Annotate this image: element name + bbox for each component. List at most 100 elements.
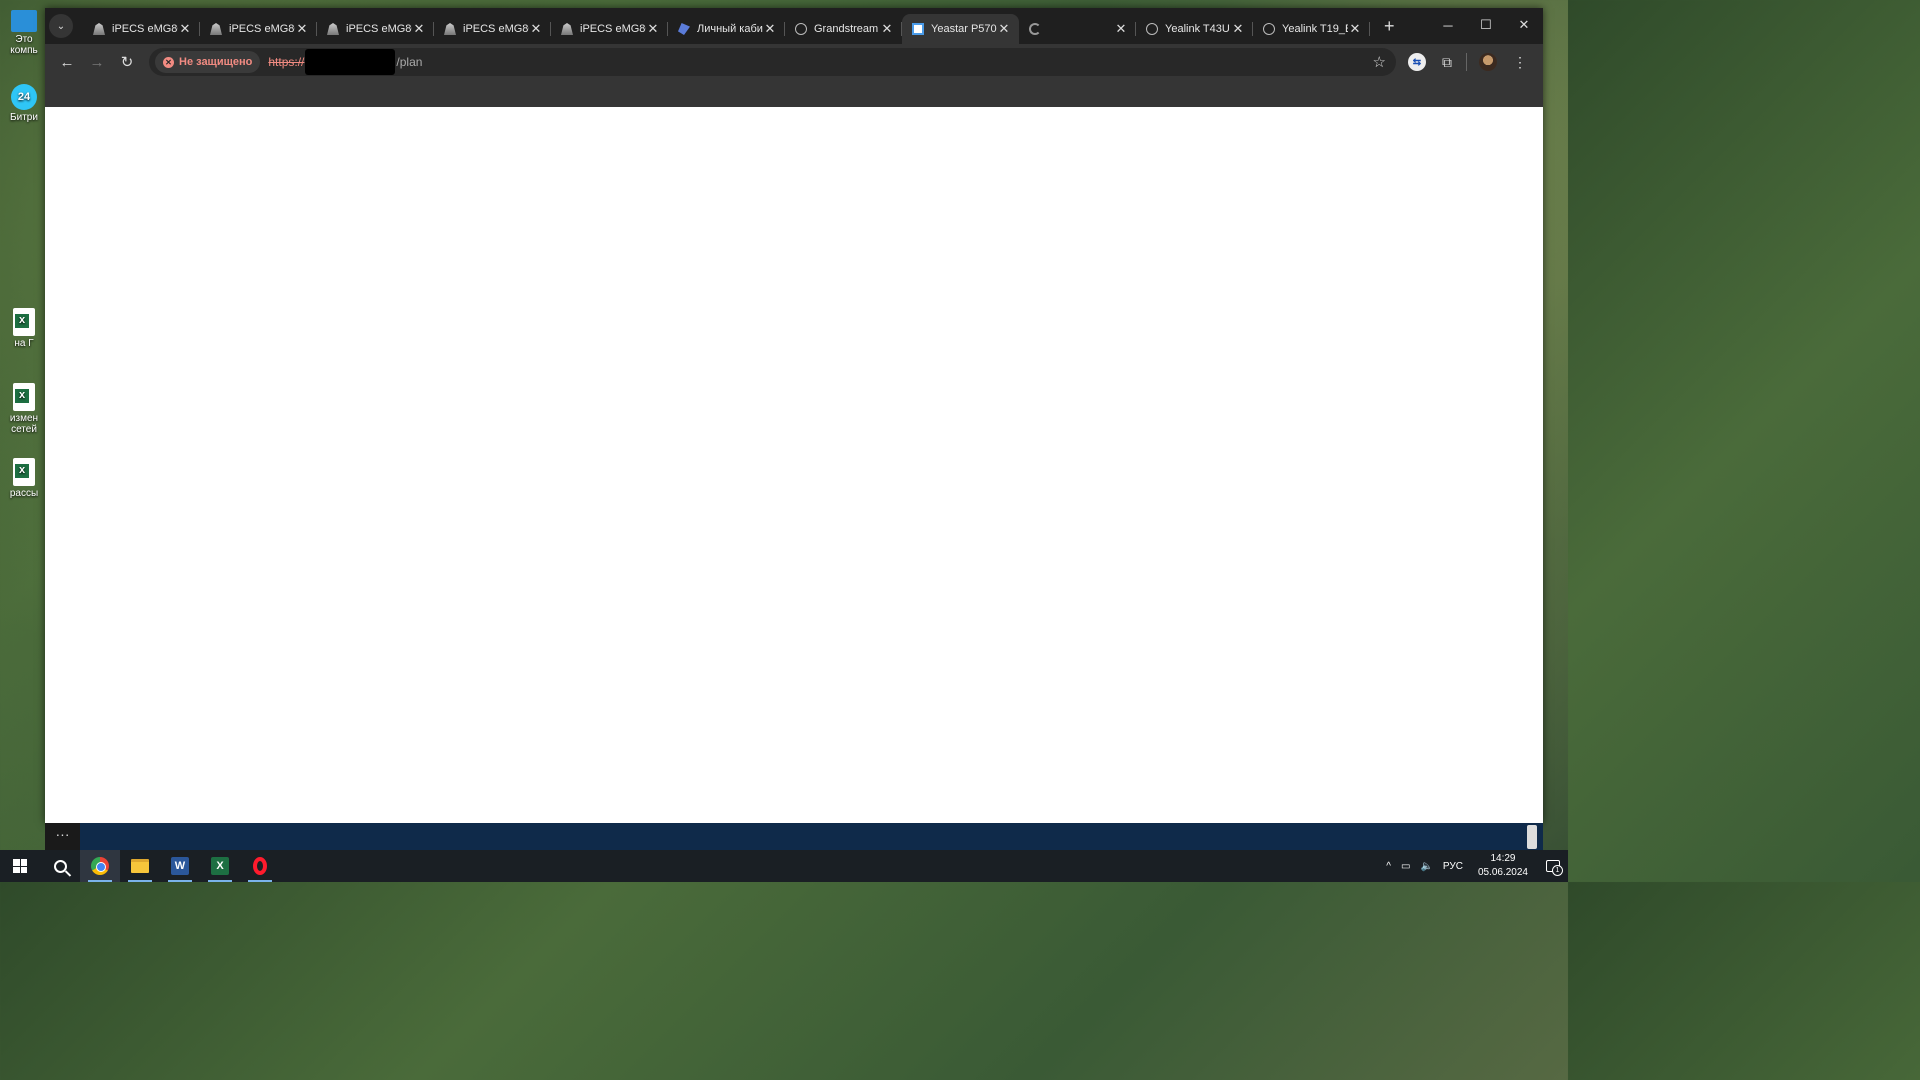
globe-icon	[795, 23, 807, 35]
tab-ipecs-1[interactable]: iPECS eMG80 ✕	[83, 14, 200, 44]
security-indicator[interactable]: ✕ Не защищено	[155, 51, 261, 73]
close-icon[interactable]: ✕	[1348, 21, 1362, 37]
globe-icon	[1146, 23, 1158, 35]
volume-icon[interactable]: 🔈	[1415, 861, 1437, 872]
tab-grandstream[interactable]: Grandstream ✕	[785, 14, 902, 44]
tab-yealink-t43u[interactable]: Yealink T43U ✕	[1136, 14, 1253, 44]
bookmark-star-icon[interactable]: ☆	[1373, 53, 1386, 71]
desktop-icon-bitrix[interactable]: 24 Битри	[4, 84, 44, 123]
forward-button[interactable]: →	[83, 48, 111, 76]
taskbar-excel[interactable]: X	[200, 850, 240, 882]
taskbar: W X ^ ▭ 🔈 РУС 14:29 05.06.2024 1	[0, 850, 1568, 882]
back-button[interactable]: ←	[53, 48, 81, 76]
tab-strip: ⌄ iPECS eMG80 ✕ iPECS eMG80 ✕ iPECS eMG8…	[45, 8, 1543, 44]
tab-loading[interactable]: ✕	[1019, 14, 1136, 44]
close-icon[interactable]: ✕	[1231, 21, 1245, 37]
taskbar-opera[interactable]	[240, 850, 280, 882]
tab-ipecs-3[interactable]: iPECS eMG80 ✕	[317, 14, 434, 44]
close-icon[interactable]: ✕	[763, 21, 777, 37]
desktop-icon-this-pc[interactable]: Это компь	[4, 10, 44, 56]
account-icon	[678, 23, 690, 35]
tab-yealink-t19[interactable]: Yealink T19_E ✕	[1253, 14, 1370, 44]
tab-title: Yealink T43U	[1165, 23, 1230, 35]
clock[interactable]: 14:29 05.06.2024	[1468, 852, 1538, 880]
extensions-icon[interactable]: ⧉	[1432, 48, 1462, 76]
taskbar-file-explorer[interactable]	[120, 850, 160, 882]
globe-icon	[1263, 23, 1275, 35]
close-icon[interactable]: ✕	[646, 21, 660, 37]
address-bar[interactable]: ✕ Не защищено https:// /plan ☆	[149, 48, 1396, 76]
tab-ipecs-5[interactable]: iPECS eMG80 ✕	[551, 14, 668, 44]
ipecs-icon	[210, 23, 222, 35]
toolbar-divider	[1466, 53, 1467, 71]
maximize-button[interactable]: ☐	[1467, 8, 1505, 42]
close-icon[interactable]: ✕	[997, 21, 1011, 37]
new-tab-button[interactable]: +	[1384, 16, 1395, 37]
url-path: /plan	[396, 55, 423, 69]
url-text[interactable]: https:// /plan	[268, 49, 422, 75]
clock-time: 14:29	[1490, 853, 1516, 864]
desktop-icon-label: на Г	[14, 338, 34, 349]
close-icon[interactable]: ✕	[178, 21, 192, 37]
close-window-button[interactable]: ✕	[1505, 8, 1543, 42]
ipecs-icon	[93, 23, 105, 35]
background-window-strip: ···	[45, 823, 1543, 850]
tab-ipecs-4[interactable]: iPECS eMG80 ✕	[434, 14, 551, 44]
browser-toolbar: ← → ↻ ✕ Не защищено https:// /plan ☆ ⇆ ⧉…	[45, 44, 1543, 80]
tab-account[interactable]: Личный каби ✕	[668, 14, 785, 44]
tab-yeastar[interactable]: Yeastar P570 ✕	[902, 14, 1019, 44]
notification-center-button[interactable]: 1	[1538, 850, 1568, 882]
tab-search-button[interactable]: ⌄	[49, 14, 73, 38]
close-icon[interactable]: ✕	[529, 21, 543, 37]
tab-title: iPECS eMG80	[580, 23, 646, 35]
tab-title: iPECS eMG80	[112, 23, 178, 35]
chrome-icon	[91, 857, 109, 875]
notification-badge: 1	[1552, 865, 1563, 876]
tray-chevron-icon[interactable]: ^	[1381, 861, 1396, 872]
close-icon[interactable]: ✕	[412, 21, 426, 37]
page-content[interactable]	[45, 107, 1543, 823]
desktop-icon-excel-3[interactable]: рассы	[4, 458, 44, 499]
ipecs-icon	[327, 23, 339, 35]
search-icon	[53, 859, 67, 873]
network-icon[interactable]: ▭	[1396, 861, 1415, 872]
redacted-host	[305, 49, 396, 75]
bookmark-bar	[45, 80, 1543, 107]
close-icon[interactable]: ✕	[880, 21, 894, 37]
computer-icon	[11, 10, 37, 32]
tab-ipecs-2[interactable]: iPECS eMG80 ✕	[200, 14, 317, 44]
start-button[interactable]	[0, 850, 40, 882]
scrollbar-thumb[interactable]	[1527, 825, 1537, 849]
reload-button[interactable]: ↻	[113, 48, 141, 76]
language-indicator[interactable]: РУС	[1438, 861, 1468, 872]
minimize-button[interactable]: ─	[1429, 8, 1467, 42]
bitrix24-icon: 24	[11, 84, 37, 110]
close-icon[interactable]: ✕	[295, 21, 309, 37]
profile-avatar[interactable]	[1479, 53, 1497, 71]
excel-file-icon	[13, 383, 35, 411]
search-button[interactable]	[40, 850, 80, 882]
security-label: Не защищено	[179, 56, 253, 68]
desktop-icon-label: Это компь	[10, 34, 38, 56]
edge-icon	[1029, 23, 1041, 35]
close-icon[interactable]: ✕	[1114, 21, 1128, 37]
desktop-icon-label: измен сетей	[9, 413, 39, 435]
tab-title: iPECS eMG80	[229, 23, 295, 35]
tab-title: Yealink T19_E	[1282, 23, 1348, 35]
excel-icon: X	[211, 857, 229, 875]
ipecs-icon	[444, 23, 456, 35]
tab-title: Grandstream	[814, 23, 879, 35]
taskbar-chrome[interactable]	[80, 850, 120, 882]
windows-icon	[13, 859, 27, 873]
more-options-icon[interactable]: ···	[45, 823, 80, 850]
menu-icon[interactable]: ⋮	[1505, 48, 1535, 76]
taskbar-word[interactable]: W	[160, 850, 200, 882]
desktop-icon-excel-1[interactable]: на Г	[4, 308, 44, 349]
tab-title: iPECS eMG80	[463, 23, 529, 35]
folder-icon	[131, 859, 149, 873]
desktop-icon-excel-2[interactable]: измен сетей	[4, 383, 44, 435]
system-tray: ^ ▭ 🔈 РУС 14:29 05.06.2024 1	[1381, 850, 1568, 882]
translate-extension-icon[interactable]: ⇆	[1408, 53, 1426, 71]
chevron-down-icon: ⌄	[56, 20, 66, 32]
window-controls: ─ ☐ ✕	[1429, 8, 1543, 42]
